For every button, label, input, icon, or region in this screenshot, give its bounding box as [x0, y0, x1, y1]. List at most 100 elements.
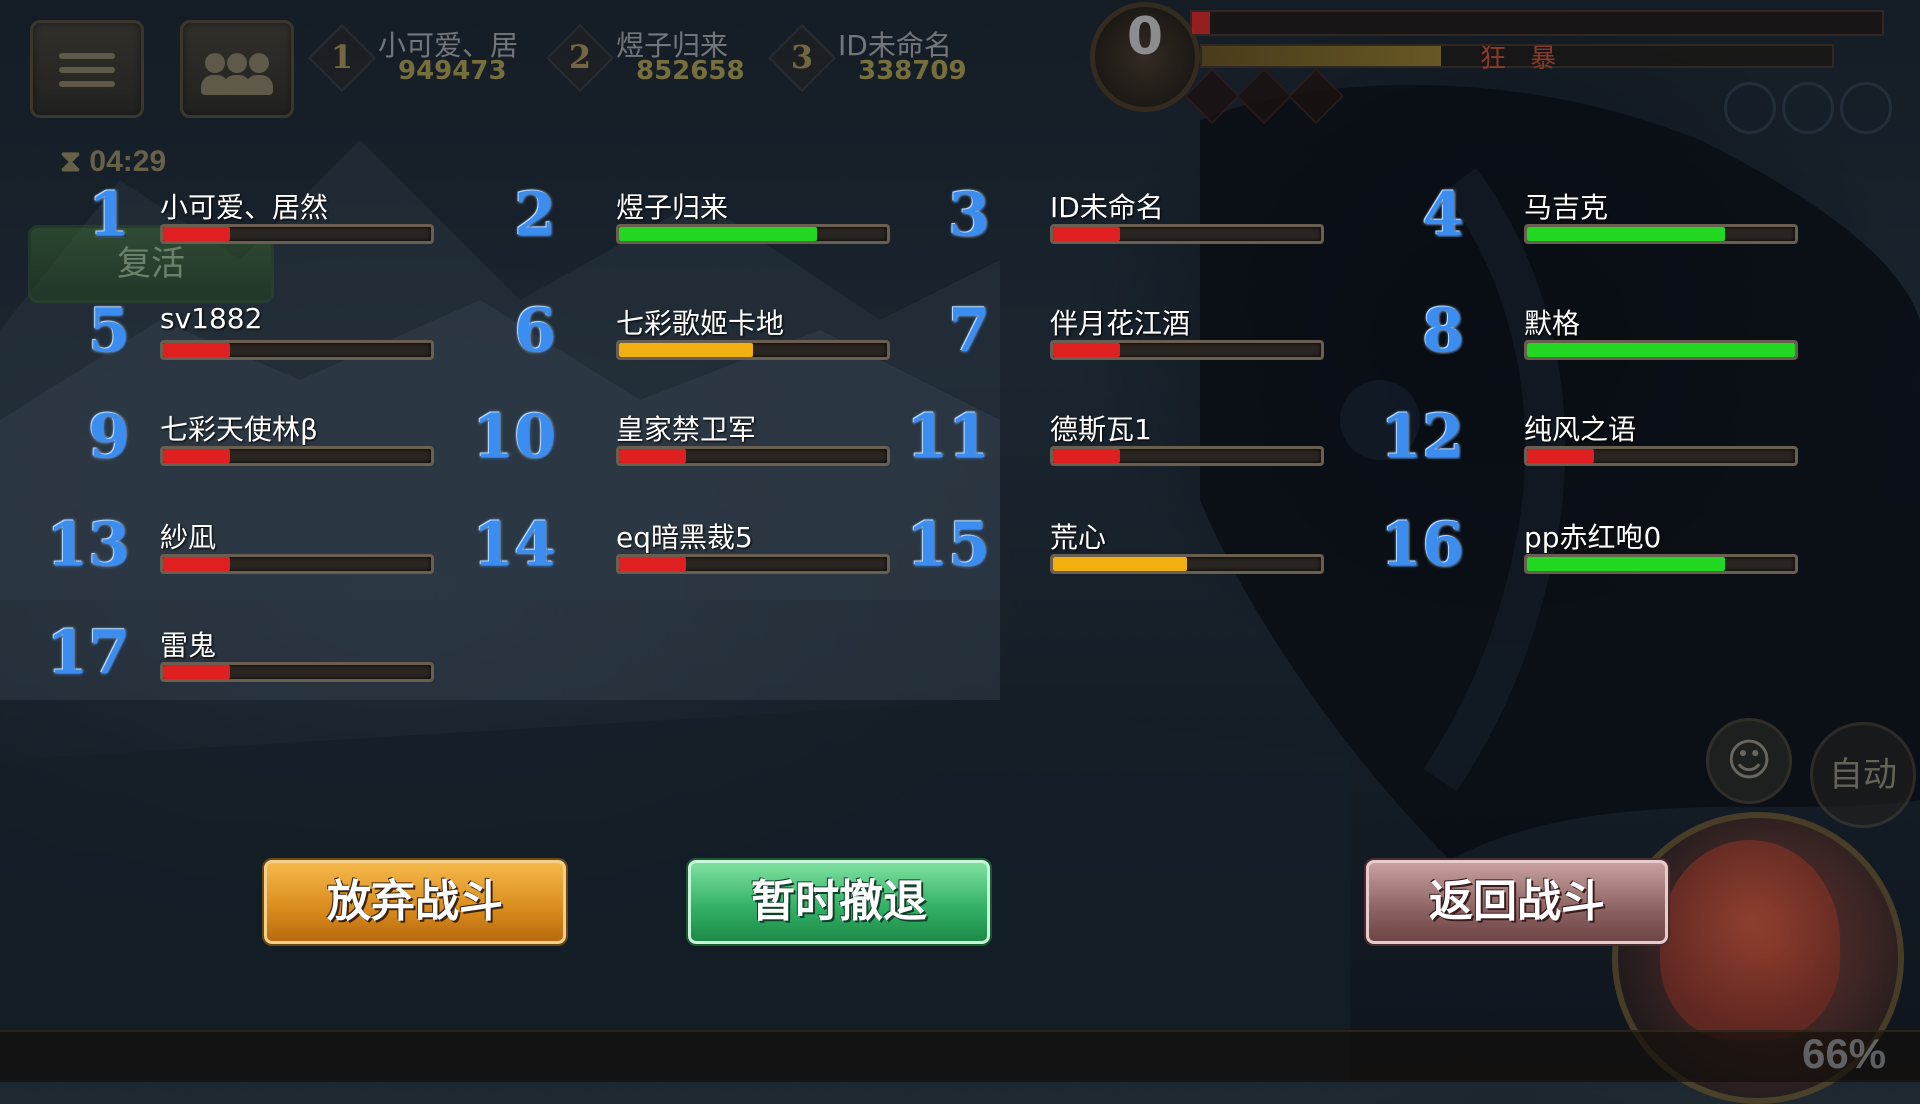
player-hp-fill	[163, 449, 230, 463]
ranking-score: 852658	[636, 56, 745, 86]
player-hp-fill	[1527, 227, 1726, 241]
player-entry: 15 荒心	[907, 510, 1324, 590]
player-number: 14	[472, 510, 557, 580]
player-entry: 14 eq暗黑裁5	[473, 510, 890, 590]
player-number: 3	[948, 180, 990, 250]
player-hp-bar	[1524, 224, 1798, 244]
player-hp-bar	[616, 446, 890, 466]
player-number: 4	[1422, 180, 1464, 250]
player-name: ID未命名	[1050, 191, 1164, 224]
player-hp-bar	[160, 224, 434, 244]
battle-timer: ⧗ 04:29	[60, 145, 167, 178]
player-name: 小可爱、居然	[160, 191, 329, 224]
player-hp-bar	[160, 554, 434, 574]
abandon-battle-button[interactable]: 放弃战斗	[264, 860, 566, 944]
player-entry: 5 sv1882	[50, 296, 434, 376]
progress-percent: 66%	[1802, 1030, 1887, 1077]
player-hp-fill	[163, 557, 230, 571]
player-name: 皇家禁卫军	[616, 413, 757, 446]
bottom-bar	[0, 1030, 1920, 1082]
boss-hp-bar	[1190, 10, 1884, 36]
player-name: 纯风之语	[1524, 413, 1637, 446]
player-number: 5	[88, 296, 130, 366]
player-hp-bar	[1050, 224, 1324, 244]
player-hp-fill	[619, 343, 753, 357]
player-number: 6	[514, 296, 556, 366]
ranking-score: 338709	[858, 56, 967, 86]
player-entry: 3 ID未命名	[940, 180, 1324, 260]
player-hp-bar	[1050, 340, 1324, 360]
player-name: 德斯瓦1	[1050, 413, 1152, 446]
player-name: 雷鬼	[160, 629, 217, 662]
player-entry: 13 紗凪	[47, 510, 434, 590]
player-hp-fill	[1053, 557, 1187, 571]
player-entry: 7 伴月花江酒	[940, 296, 1324, 376]
player-entry: 16 pp赤红咆0	[1381, 510, 1798, 590]
player-name: 伴月花江酒	[1050, 307, 1191, 340]
player-hp-fill	[1527, 557, 1726, 571]
rage-label: 狂 暴	[1480, 44, 1565, 74]
player-number: 17	[46, 618, 131, 688]
skill-icon[interactable]	[1840, 82, 1892, 134]
player-entry: 11 德斯瓦1	[907, 402, 1324, 482]
player-hp-fill	[163, 227, 230, 241]
player-hp-fill	[163, 343, 230, 357]
player-name: 紗凪	[160, 521, 217, 554]
player-number: 15	[906, 510, 991, 580]
player-hp-fill	[619, 227, 818, 241]
player-number: 2	[514, 180, 556, 250]
player-hp-bar	[160, 662, 434, 682]
player-hp-fill	[1053, 227, 1120, 241]
player-entry: 17 雷鬼	[47, 618, 434, 698]
player-hp-bar	[1050, 554, 1324, 574]
player-hp-bar	[160, 340, 434, 360]
player-entry: 1 小可爱、居然	[50, 180, 434, 260]
player-number: 7	[948, 296, 990, 366]
player-number: 9	[88, 402, 130, 472]
player-number: 1	[88, 180, 130, 250]
player-hp-bar	[1524, 554, 1798, 574]
player-name: 七彩歌姬卡地	[616, 307, 785, 340]
player-number: 10	[472, 402, 557, 472]
player-number: 8	[1422, 296, 1464, 366]
skill-icon[interactable]	[1724, 82, 1776, 134]
player-hp-bar	[1050, 446, 1324, 466]
player-name: 七彩天使林β	[160, 413, 318, 446]
player-name: 马吉克	[1524, 191, 1609, 224]
player-entry: 10 皇家禁卫军	[473, 402, 890, 482]
player-hp-bar	[1524, 446, 1798, 466]
player-hp-fill	[619, 449, 686, 463]
player-entry: 9 七彩天使林β	[50, 402, 434, 482]
player-number: 13	[46, 510, 131, 580]
player-hp-fill	[1053, 343, 1120, 357]
player-name: eq暗黑裁5	[616, 521, 753, 554]
party-button[interactable]	[180, 20, 294, 118]
player-hp-bar	[616, 554, 890, 574]
player-entry: 12 纯风之语	[1381, 402, 1798, 482]
retreat-button[interactable]: 暂时撤退	[688, 860, 990, 944]
player-hp-bar	[1524, 340, 1798, 360]
player-hp-fill	[1527, 449, 1594, 463]
player-entry: 6 七彩歌姬卡地	[506, 296, 890, 376]
return-to-battle-button[interactable]: 返回战斗	[1366, 860, 1668, 944]
ranking-score: 949473	[398, 56, 507, 86]
player-hp-bar	[160, 446, 434, 466]
player-entry: 8 默格	[1414, 296, 1798, 376]
menu-button[interactable]	[30, 20, 144, 118]
player-hp-bar	[616, 224, 890, 244]
player-name: 煜子归来	[616, 191, 729, 224]
character-hair	[1660, 840, 1840, 1040]
smiley-icon: ☺	[1726, 735, 1772, 786]
player-hp-fill	[163, 665, 230, 679]
player-hp-fill	[1053, 449, 1120, 463]
player-name: 默格	[1524, 307, 1581, 340]
player-name: pp赤红咆0	[1524, 521, 1662, 554]
player-name: sv1882	[160, 302, 263, 335]
player-number: 11	[906, 402, 991, 472]
player-number: 16	[1380, 510, 1465, 580]
skill-icon[interactable]	[1782, 82, 1834, 134]
hourglass-icon: ⧗	[60, 145, 90, 178]
player-name: 荒心	[1050, 521, 1107, 554]
auto-button[interactable]: 自动	[1810, 722, 1916, 828]
emoji-button[interactable]: ☺	[1706, 718, 1792, 804]
